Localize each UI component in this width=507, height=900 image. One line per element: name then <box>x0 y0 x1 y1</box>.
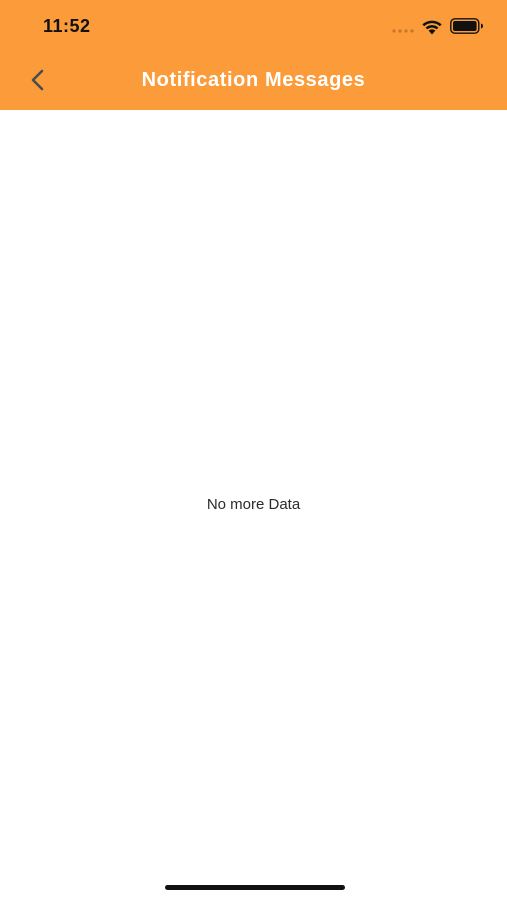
status-time: 11:52 <box>43 16 91 36</box>
status-bar: 11:52 <box>0 0 507 54</box>
empty-state-message: No more Data <box>206 496 301 513</box>
navigation-bar: Notification Messages <box>0 54 507 110</box>
battery-icon <box>450 18 483 34</box>
wifi-icon <box>422 20 442 35</box>
app-header: 11:52 Notification Messages <box>0 0 507 110</box>
signal-icon <box>392 29 414 33</box>
home-indicator[interactable] <box>165 885 345 890</box>
page-title: Notification Messages <box>141 69 366 91</box>
